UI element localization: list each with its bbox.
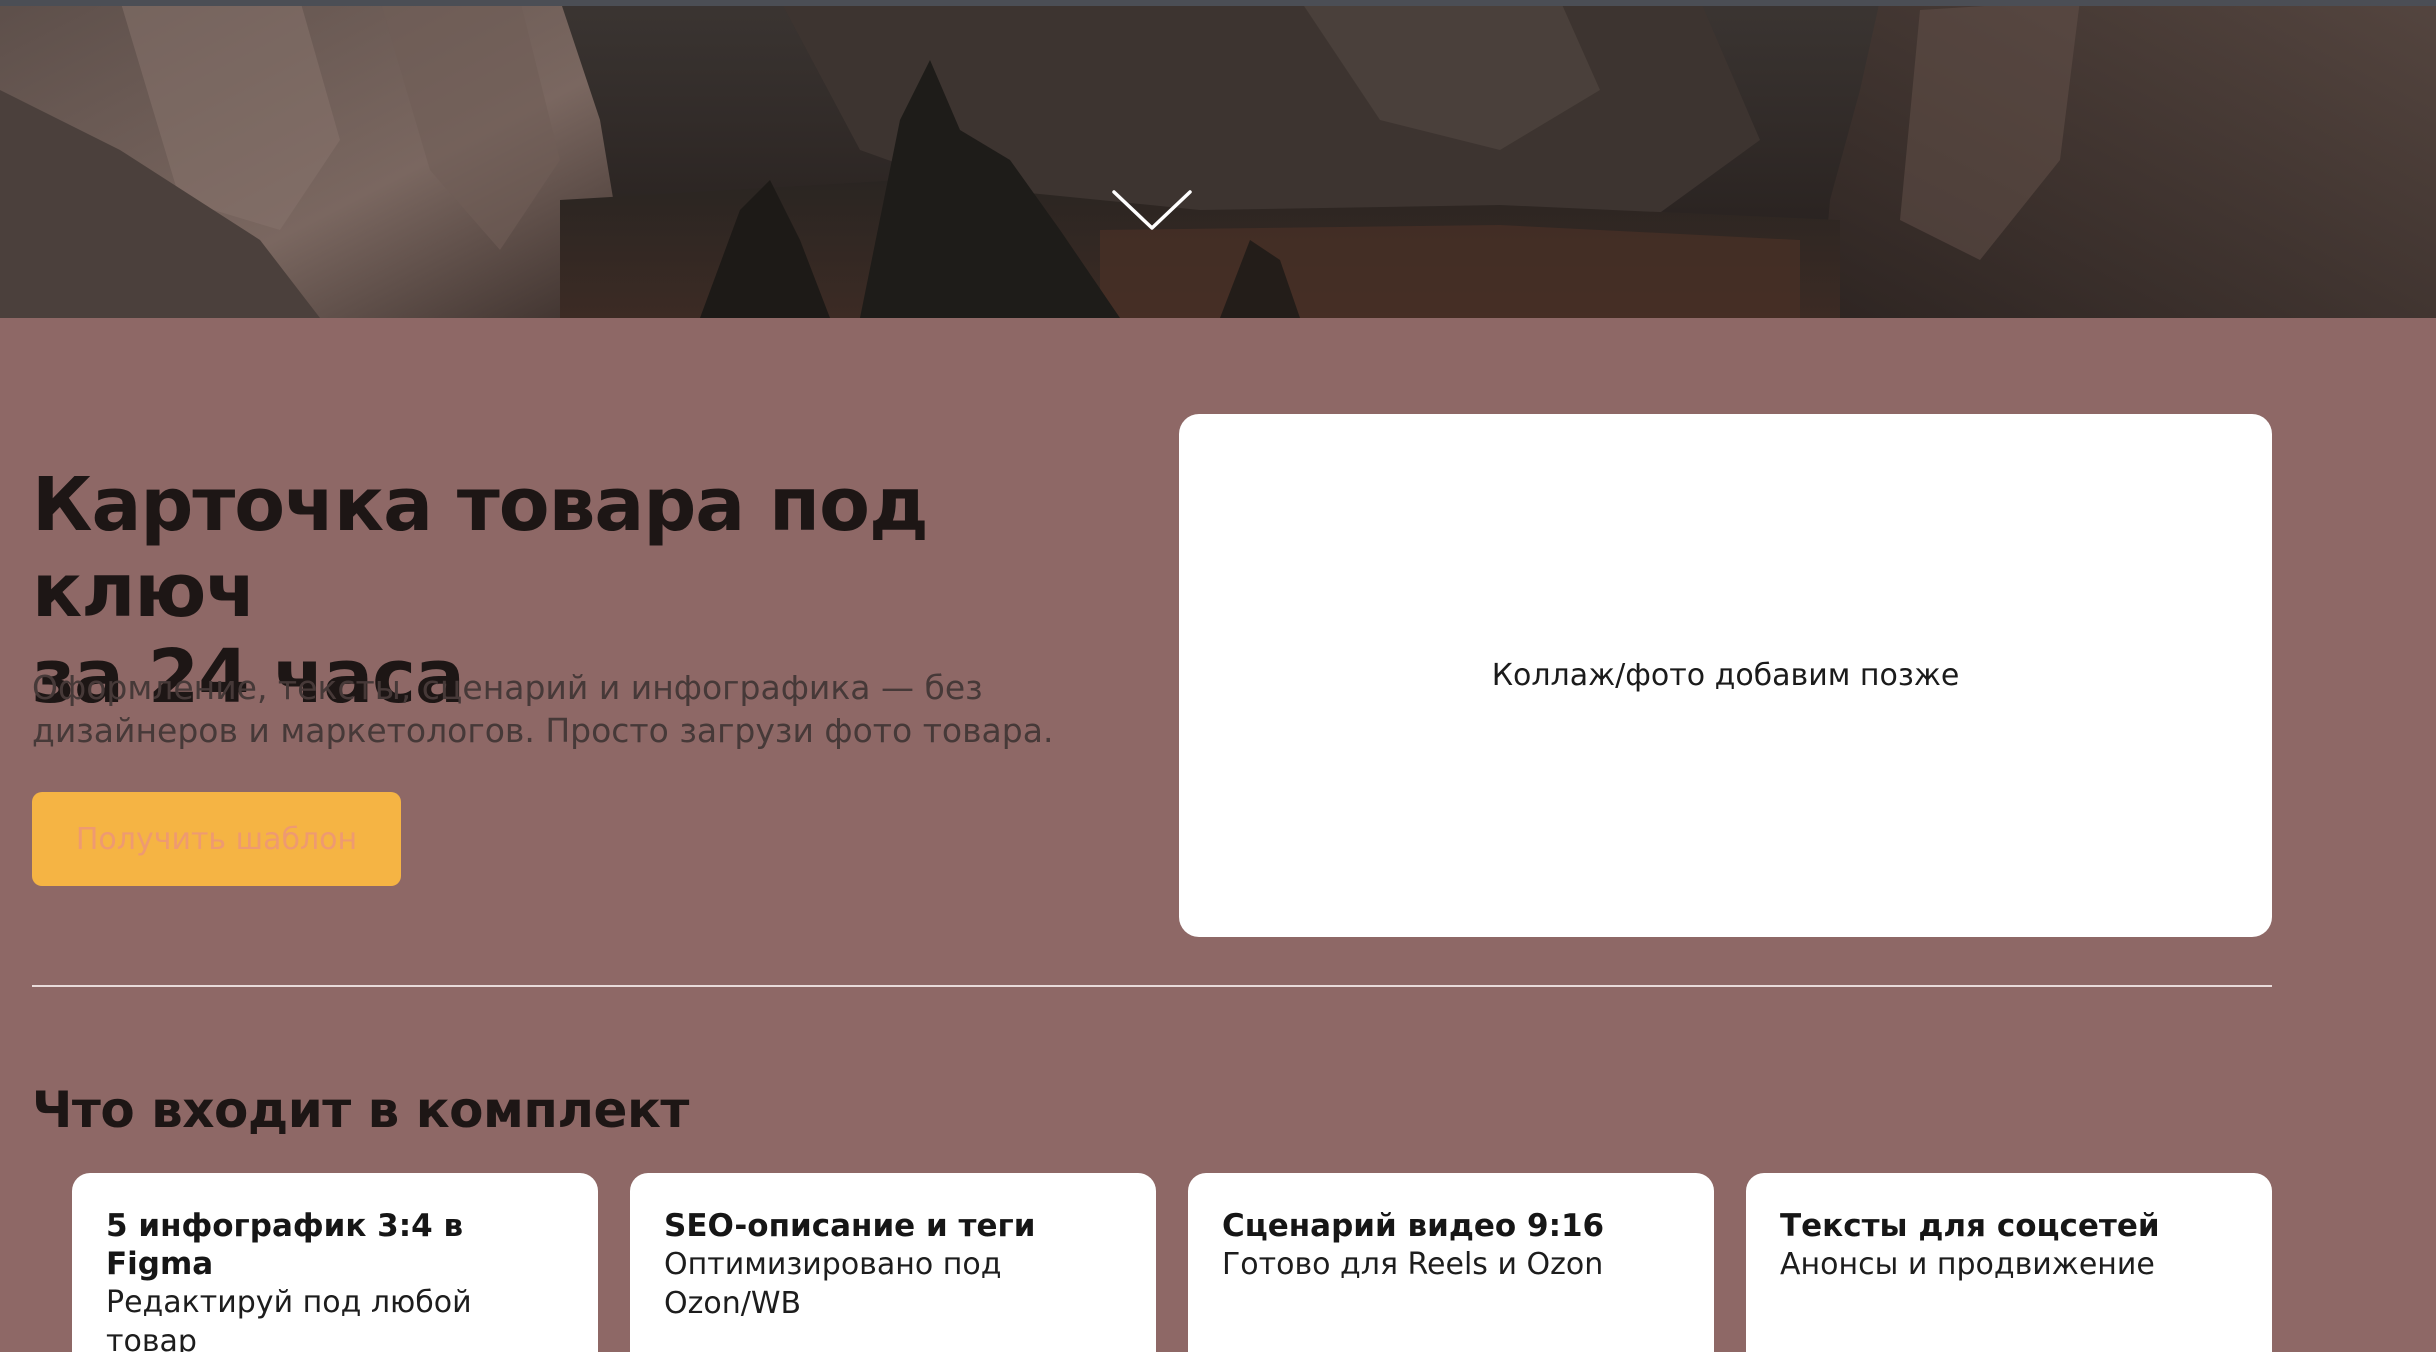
hero-photo-banner — [0, 0, 2436, 318]
hero-subtitle: Оформление, тексты, сценарий и инфографи… — [32, 666, 1112, 752]
feature-card-seo: SEO-описание и теги Оптимизировано под O… — [630, 1173, 1156, 1352]
landing-page: Карточка товара под ключ за 24 часа Оформ… — [0, 0, 2436, 1352]
collage-placeholder-card: Коллаж/фото добавим позже — [1179, 414, 2272, 937]
feature-card-video-script: Сценарий видео 9:16 Готово для Reels и O… — [1188, 1173, 1714, 1352]
browser-top-edge — [0, 0, 2436, 6]
feature-card-description: Оптимизировано под Ozon/WB — [664, 1247, 1002, 1321]
collage-placeholder-text: Коллаж/фото добавим позже — [1491, 658, 1960, 693]
feature-card-description: Готово для Reels и Ozon — [1222, 1247, 1604, 1282]
mountain-valley-photo — [0, 0, 2436, 318]
feature-card-title: 5 инфографик 3:4 в Figma — [106, 1208, 464, 1282]
chevron-down-icon[interactable] — [1110, 186, 1194, 234]
hero-subtitle-line-1: Оформление, тексты, сценарий и инфографи… — [32, 668, 983, 707]
package-section-title: Что входит в комплект — [32, 1081, 689, 1139]
section-divider — [32, 985, 2272, 987]
feature-card-social-texts: Тексты для соцсетей Анонсы и продвижение — [1746, 1173, 2272, 1352]
page-title-line-1: Карточка товара под ключ — [32, 462, 929, 634]
feature-card-title: Тексты для соцсетей — [1780, 1208, 2160, 1244]
feature-card-description: Анонсы и продвижение — [1780, 1247, 2155, 1282]
feature-card-title: Сценарий видео 9:16 — [1222, 1208, 1605, 1244]
feature-card-description: Редактируй под любой товар — [106, 1285, 472, 1352]
hero-subtitle-line-2: дизайнеров и маркетологов. Просто загруз… — [32, 711, 1054, 750]
get-template-button[interactable]: Получить шаблон — [32, 792, 401, 886]
feature-card-title: SEO-описание и теги — [664, 1208, 1036, 1244]
feature-card-infographics: 5 инфографик 3:4 в Figma Редактируй под … — [72, 1173, 598, 1352]
